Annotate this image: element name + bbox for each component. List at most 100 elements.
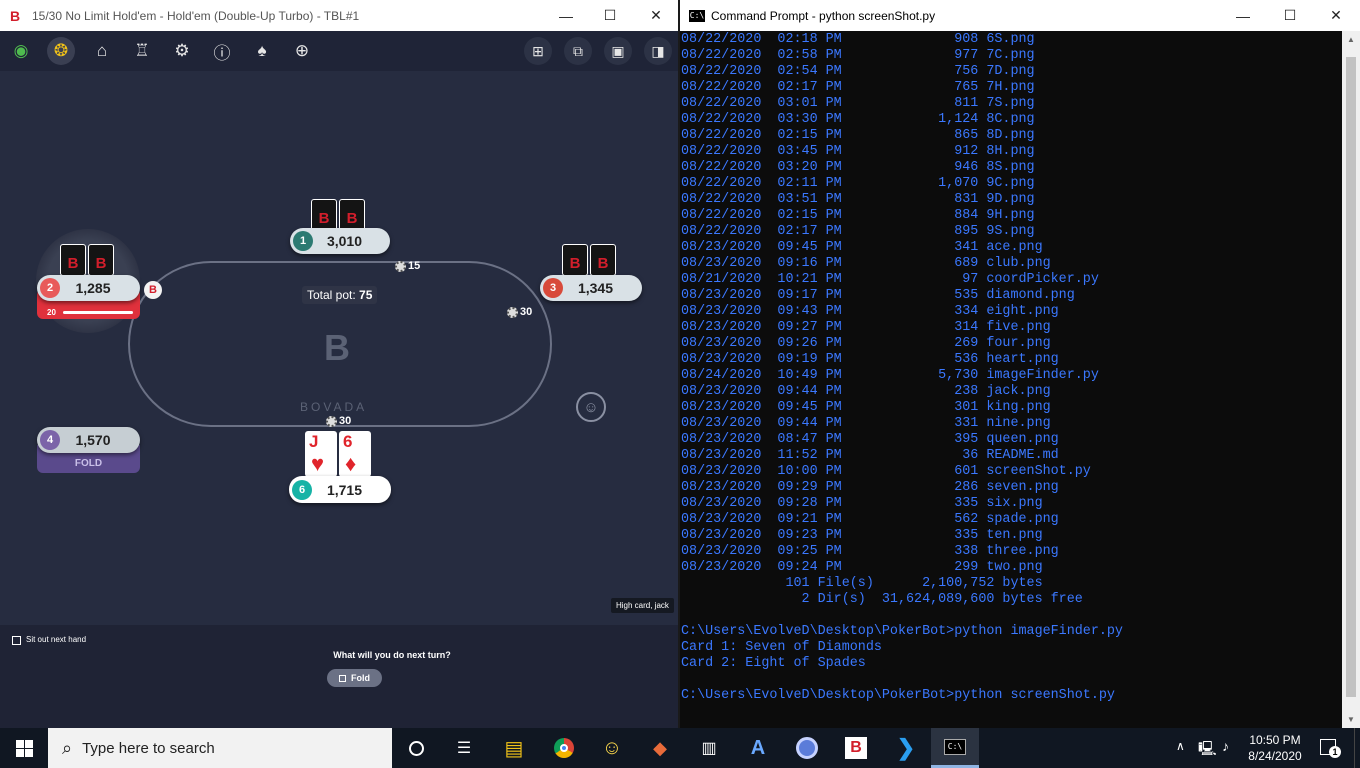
hero-card-2: 6 ♦ bbox=[339, 431, 371, 477]
cmd-output[interactable]: 08/22/2020 02:18 PM 908 6S.png 08/22/2020… bbox=[681, 32, 1341, 726]
sit-out-checkbox[interactable] bbox=[12, 636, 21, 645]
seat-stack: 1,570 bbox=[75, 432, 111, 448]
dir-summary-dirs: 2 Dir(s) 31,624,089,600 bytes free bbox=[681, 592, 1083, 607]
dir-listing-row: 08/22/2020 02:17 PM 895 9S.png bbox=[681, 224, 1035, 239]
network-icon[interactable]: 🖳 bbox=[1198, 738, 1217, 762]
cmd-icon: C:\ bbox=[689, 9, 705, 22]
seat-stack: 3,010 bbox=[326, 233, 363, 249]
bet-amount: 30 bbox=[520, 306, 533, 318]
chip-icon[interactable]: ❂ bbox=[47, 37, 75, 65]
dir-listing-row: 08/23/2020 09:17 PM 535 diamond.png bbox=[681, 288, 1075, 303]
task-view-icon[interactable]: ☰ bbox=[440, 728, 488, 768]
windows-icon bbox=[15, 739, 33, 757]
dir-listing-row: 08/22/2020 03:30 PM 1,124 8C.png bbox=[681, 112, 1035, 127]
grid-view-icon[interactable]: ⊞ bbox=[524, 37, 552, 65]
minimize-button[interactable]: — bbox=[1220, 0, 1266, 31]
notification-icon[interactable]: 1 bbox=[1320, 739, 1341, 758]
obs-icon[interactable] bbox=[783, 728, 831, 768]
total-pot-value: 75 bbox=[359, 288, 373, 302]
dir-listing-row: 08/23/2020 09:24 PM 299 two.png bbox=[681, 560, 1043, 575]
add-chips-icon[interactable]: ⊕ bbox=[288, 37, 316, 65]
git-icon[interactable]: ◆ bbox=[636, 728, 684, 768]
clock-date: 8/24/2020 bbox=[1248, 749, 1302, 763]
dir-listing-row: 08/23/2020 09:25 PM 338 three.png bbox=[681, 544, 1059, 559]
help-icon[interactable]: ⓘ bbox=[208, 37, 236, 65]
card-back: B bbox=[311, 199, 337, 231]
scroll-down-icon[interactable]: ▼ bbox=[1347, 715, 1355, 724]
card-back: B bbox=[88, 244, 114, 276]
minimize-button[interactable]: — bbox=[543, 0, 589, 31]
dir-listing-row: 08/22/2020 02:54 PM 756 7D.png bbox=[681, 64, 1035, 79]
timer-progress bbox=[63, 311, 133, 314]
seat-2-plate[interactable]: 2 1,285 bbox=[37, 275, 140, 301]
cards-icon[interactable]: ♠ bbox=[248, 37, 276, 65]
chip-icon bbox=[395, 260, 406, 272]
maximize-button[interactable]: ☐ bbox=[1267, 0, 1313, 31]
dir-listing-row: 08/23/2020 09:45 PM 341 ace.png bbox=[681, 240, 1043, 255]
show-desktop-button[interactable] bbox=[1354, 728, 1360, 768]
cortana-icon[interactable] bbox=[392, 728, 440, 768]
card-back: B bbox=[562, 244, 588, 276]
windows-taskbar: ⌕ Type here to search ☰ ▤ ☺ ◆ ▥ A B ❯ C:… bbox=[0, 728, 1360, 768]
dir-listing-row: 08/23/2020 09:44 PM 331 nine.png bbox=[681, 416, 1051, 431]
seat-1-plate[interactable]: 1 3,010 bbox=[290, 228, 390, 254]
seat-1-cards: B B bbox=[311, 199, 365, 231]
close-button[interactable]: ✕ bbox=[1313, 0, 1359, 31]
taskbar-clock[interactable]: 10:50 PM 8/24/2020 bbox=[1244, 732, 1306, 764]
seat-6-plate[interactable]: 6 1,715 bbox=[289, 476, 391, 503]
dir-listing-row: 08/24/2020 10:49 PM 5,730 imageFinder.py bbox=[681, 368, 1099, 383]
vscode-icon[interactable]: ❯ bbox=[882, 728, 930, 768]
seat-2-cards: B B bbox=[60, 244, 114, 276]
cmd-scrollbar[interactable]: ▲ ▼ bbox=[1342, 31, 1360, 728]
seat-1-bet: 15 bbox=[395, 260, 420, 272]
dir-listing-row: 08/23/2020 09:26 PM 269 four.png bbox=[681, 336, 1051, 351]
helmet-icon[interactable]: ◉ bbox=[7, 37, 35, 65]
search-placeholder: Type here to search bbox=[82, 739, 215, 757]
chip-icon bbox=[326, 415, 337, 427]
clock-time: 10:50 PM bbox=[1249, 733, 1301, 747]
volume-icon[interactable]: ♪ bbox=[1222, 738, 1229, 754]
dir-listing-row: 08/22/2020 03:01 PM 811 7S.png bbox=[681, 96, 1035, 111]
start-button[interactable] bbox=[0, 728, 48, 768]
action-bar: Sit out next hand What will you do next … bbox=[0, 625, 678, 728]
show-hidden-icons[interactable]: ∧ bbox=[1176, 739, 1185, 753]
cmd-prompt-line: C:\Users\EvolveD\Desktop\PokerBot>python… bbox=[681, 624, 1123, 639]
fold-checkbox bbox=[339, 674, 346, 682]
dir-listing-row: 08/22/2020 02:18 PM 908 6S.png bbox=[681, 32, 1035, 47]
chrome-icon[interactable] bbox=[540, 728, 588, 768]
emoji-app-icon[interactable]: ☺ bbox=[588, 728, 636, 768]
dir-summary-files: 101 File(s) 2,100,752 bytes bbox=[681, 576, 1043, 591]
bovada-taskbar-icon[interactable]: B bbox=[832, 728, 880, 768]
notepad-icon[interactable]: ▥ bbox=[685, 728, 733, 768]
seat-3-plate[interactable]: 3 1,345 bbox=[540, 275, 642, 301]
trophy-icon[interactable]: ♖ bbox=[128, 37, 156, 65]
scroll-thumb[interactable] bbox=[1346, 57, 1356, 697]
card-suit-icon: ♦ bbox=[345, 451, 357, 476]
fold-next-button[interactable]: Fold bbox=[327, 669, 382, 687]
table-brand: BOVADA bbox=[300, 400, 368, 414]
empty-seat-avatar-icon[interactable]: ☺ bbox=[576, 392, 606, 422]
next-turn-prompt: What will you do next turn? bbox=[333, 650, 451, 660]
dir-listing-row: 08/22/2020 03:20 PM 946 8S.png bbox=[681, 160, 1035, 175]
file-explorer-icon[interactable]: ▤ bbox=[490, 728, 538, 768]
cmd-output-line: Card 1: Seven of Diamonds bbox=[681, 640, 882, 655]
arduino-icon[interactable]: A bbox=[734, 728, 782, 768]
scroll-up-icon[interactable]: ▲ bbox=[1347, 35, 1355, 44]
maximize-button[interactable]: ☐ bbox=[587, 0, 633, 31]
cascade-view-icon[interactable]: ⧉ bbox=[564, 37, 592, 65]
home-icon[interactable]: ⌂ bbox=[88, 37, 116, 65]
card-back: B bbox=[339, 199, 365, 231]
seat-4-plate[interactable]: 4 1,570 bbox=[37, 427, 140, 453]
table-view-icon[interactable]: ▣ bbox=[604, 37, 632, 65]
gear-icon[interactable]: ⚙ bbox=[168, 37, 196, 65]
dir-listing-row: 08/22/2020 02:15 PM 884 9H.png bbox=[681, 208, 1035, 223]
dir-listing-row: 08/23/2020 09:29 PM 286 seven.png bbox=[681, 480, 1059, 495]
sidebar-toggle-icon[interactable]: ◨ bbox=[644, 37, 672, 65]
hero-card-1: J ♥ bbox=[305, 431, 337, 477]
command-prompt-window: C:\ Command Prompt - python screenShot.p… bbox=[680, 0, 1360, 728]
close-button[interactable]: ✕ bbox=[633, 0, 679, 31]
cmd-taskbar-icon[interactable]: C:\ bbox=[931, 728, 979, 768]
taskbar-search[interactable]: ⌕ Type here to search bbox=[48, 728, 392, 768]
